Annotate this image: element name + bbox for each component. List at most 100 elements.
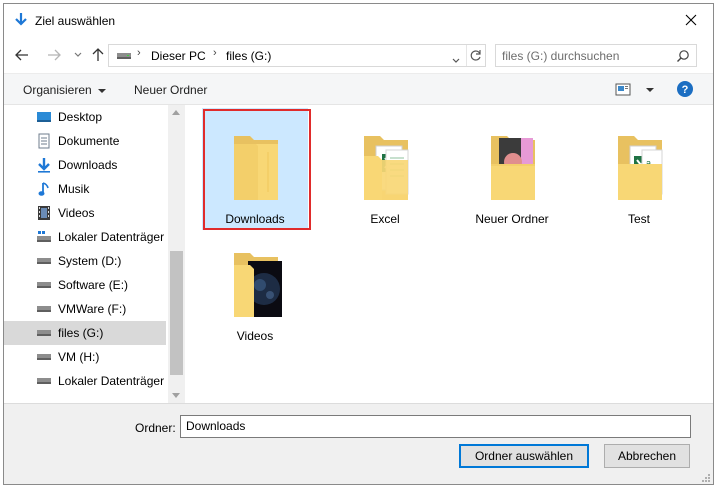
folder-item-excel[interactable]: Excel (332, 108, 438, 230)
scroll-down-arrow-icon[interactable] (172, 393, 180, 398)
search-box[interactable]: files (G:) durchsuchen (495, 44, 697, 67)
sidebar-scrollbar[interactable] (168, 105, 185, 403)
download-arrow-icon (13, 12, 29, 28)
organize-button[interactable]: Organisieren (23, 83, 106, 97)
desktop-icon (36, 109, 52, 125)
folder-name-input[interactable]: Downloads (180, 415, 691, 438)
sidebar-item-label: Desktop (58, 110, 103, 124)
back-arrow-icon (15, 49, 28, 61)
navigation-bar: › Dieser PC › files (G:) files (G:) durc… (4, 38, 713, 72)
sidebar-item-label: VMWare (F:) (58, 302, 127, 316)
help-icon: ? (677, 81, 693, 97)
sidebar-item-local-disk[interactable]: Lokaler Datenträger ( (4, 369, 166, 393)
chevron-down-icon (452, 58, 460, 63)
sidebar-item-software-e[interactable]: Software (E:) (4, 273, 166, 297)
refresh-icon (470, 50, 481, 61)
sidebar-item-files-g[interactable]: files (G:) (4, 321, 166, 345)
sidebar-item-label: Dokumente (58, 134, 120, 148)
select-folder-button[interactable]: Ordner auswählen (459, 444, 589, 468)
folder-view: Downloads Excel Neuer Ordner a, Test Vid… (187, 105, 713, 403)
address-dropdown-button[interactable] (452, 53, 460, 67)
scroll-up-arrow-icon[interactable] (172, 110, 180, 115)
downloads-icon (36, 157, 52, 173)
sidebar-item-videos[interactable]: Videos (4, 201, 166, 225)
drive-icon (36, 325, 52, 341)
view-icon (615, 83, 631, 96)
sidebar-item-label: Downloads (58, 158, 118, 172)
cancel-button[interactable]: Abbrechen (604, 444, 690, 468)
forward-arrow-icon (48, 49, 61, 61)
drive-icon (36, 349, 52, 365)
search-input[interactable]: files (G:) durchsuchen (502, 49, 619, 63)
sidebar-item-music[interactable]: Musik (4, 177, 166, 201)
drive-icon (36, 277, 52, 293)
recent-locations-button[interactable] (68, 44, 88, 66)
folder-excel-icon (350, 122, 420, 206)
dialog-window: Ziel auswählen › Dieser PC › files (G:) (3, 3, 714, 485)
close-icon (685, 14, 697, 26)
up-button[interactable] (88, 44, 108, 66)
refresh-button[interactable] (470, 49, 482, 65)
help-button[interactable]: ? (677, 81, 693, 100)
search-icon (676, 49, 690, 63)
divider (466, 45, 467, 66)
new-folder-button[interactable]: Neuer Ordner (134, 83, 207, 97)
drive-icon (36, 301, 52, 317)
resize-grip-icon[interactable] (701, 472, 711, 482)
sidebar-item-label: System (D:) (58, 254, 122, 268)
folder-name: Excel (370, 212, 400, 226)
navigation-pane: Desktop Dokumente Downloads Musik Videos… (4, 105, 185, 403)
breadcrumb-files-g[interactable]: files (G:) (226, 49, 271, 63)
sidebar-item-desktop[interactable]: Desktop (4, 105, 166, 129)
organize-label: Organisieren (23, 83, 92, 97)
folder-item-new-folder[interactable]: Neuer Ordner (459, 108, 565, 230)
view-dropdown-icon[interactable] (646, 88, 654, 92)
sidebar-item-label: Videos (58, 206, 95, 220)
highlight-box (203, 109, 311, 230)
chevron-down-icon (97, 88, 106, 93)
forward-button[interactable] (44, 44, 64, 66)
sidebar-item-vm-h[interactable]: VM (H:) (4, 345, 166, 369)
view-options-button[interactable] (615, 83, 631, 99)
folder-excel-icon: a, (604, 122, 674, 206)
sidebar-item-label: Musik (58, 182, 90, 196)
svg-text:?: ? (682, 84, 689, 96)
breadcrumb-separator: › (137, 47, 141, 59)
sidebar-item-documents[interactable]: Dokumente (4, 129, 166, 153)
sidebar-item-label: files (G:) (58, 326, 104, 340)
breadcrumb-this-pc[interactable]: Dieser PC (151, 49, 206, 63)
command-bar: Organisieren Neuer Ordner ? (4, 73, 713, 105)
scroll-thumb[interactable] (170, 251, 183, 375)
folder-item-test[interactable]: a, Test (586, 108, 692, 230)
back-button[interactable] (12, 44, 32, 66)
folder-name: Neuer Ordner (475, 212, 549, 226)
folder-video-icon (220, 239, 290, 323)
sidebar-item-label: VM (H:) (58, 350, 100, 364)
documents-icon (36, 133, 52, 149)
folder-name: Test (627, 212, 650, 226)
music-icon (36, 181, 52, 197)
folder-image-icon (477, 122, 547, 206)
local-disk-icon (36, 229, 52, 245)
sidebar-item-system-d[interactable]: System (D:) (4, 249, 166, 273)
drive-icon (116, 50, 132, 64)
address-bar[interactable]: › Dieser PC › files (G:) (108, 44, 486, 67)
folder-item-videos[interactable]: Videos (202, 225, 308, 347)
up-arrow-icon (92, 48, 104, 61)
dialog-footer: Ordner: Downloads Ordner auswählen Abbre… (4, 403, 713, 484)
sidebar-item-vmware-f[interactable]: VMWare (F:) (4, 297, 166, 321)
chevron-down-icon (74, 52, 82, 57)
title-bar: Ziel auswählen (4, 4, 713, 38)
folder-field-label: Ordner: (135, 421, 176, 435)
breadcrumb-separator: › (213, 47, 217, 59)
sidebar-item-local-disk-c[interactable]: Lokaler Datenträger ( (4, 225, 166, 249)
local-disk-icon (36, 373, 52, 389)
sidebar-item-label: Lokaler Datenträger ( (58, 374, 166, 388)
sidebar-item-label: Software (E:) (58, 278, 129, 292)
drive-icon (36, 253, 52, 269)
sidebar-item-label: Lokaler Datenträger ( (58, 230, 166, 244)
sidebar-item-downloads[interactable]: Downloads (4, 153, 166, 177)
window-title: Ziel auswählen (35, 14, 116, 28)
videos-icon (36, 205, 52, 221)
close-button[interactable] (669, 4, 713, 36)
